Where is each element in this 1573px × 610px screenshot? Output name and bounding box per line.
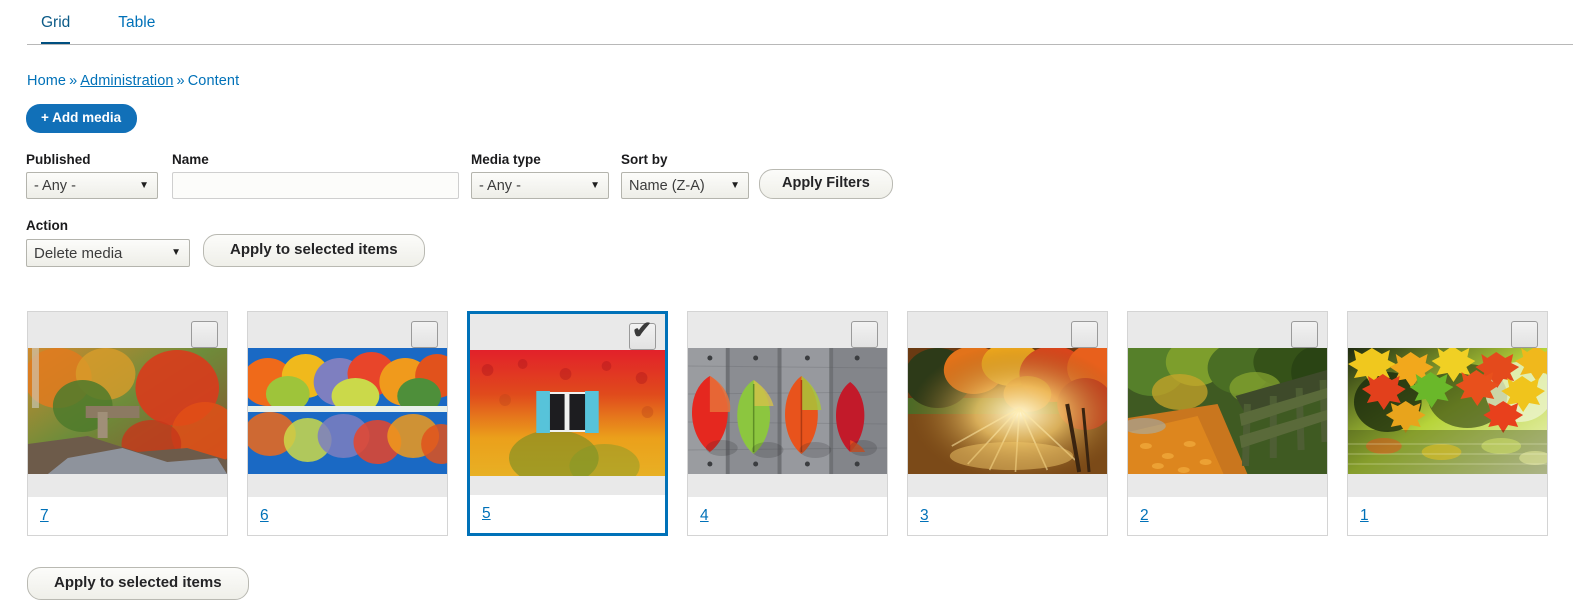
media-card-label: 3 [908, 497, 1107, 535]
media-card-link[interactable]: 5 [482, 505, 491, 523]
tab-list: Grid Table [0, 0, 1573, 45]
filter-name: Name [172, 151, 459, 200]
action-select[interactable]: Delete media [26, 239, 190, 268]
add-media-button[interactable]: + Add media [26, 104, 138, 133]
media-card-checkbox[interactable] [1071, 321, 1098, 348]
action-select-group: Action Delete media ▼ [26, 218, 190, 268]
breadcrumb: Home» Administration» Content [27, 73, 1573, 89]
media-card-checkbox[interactable] [851, 321, 878, 348]
media-card-checkbox[interactable] [1291, 321, 1318, 348]
apply-to-selected-items-button-bottom[interactable]: Apply to selected items [27, 567, 249, 600]
media-card-label: 7 [28, 497, 227, 535]
media-card[interactable]: 3 [907, 311, 1108, 536]
media-image-2 [1128, 348, 1327, 474]
filter-sort-by-label: Sort by [621, 151, 668, 167]
filter-media-type-label: Media type [471, 151, 541, 167]
media-card[interactable]: 2 [1127, 311, 1328, 536]
media-image-7 [28, 348, 227, 474]
media-card-link[interactable]: 7 [40, 507, 49, 525]
action-bar: Action Delete media ▼ Apply to selected … [26, 218, 1573, 268]
media-thumbnail [1128, 348, 1327, 474]
media-card-selected[interactable]: ✔ 5 [467, 311, 668, 536]
media-card-link[interactable]: 4 [700, 507, 709, 525]
media-card[interactable]: 6 [247, 311, 448, 536]
media-card-thumbnail-area [248, 312, 447, 497]
action-select-wrap: Delete media ▼ [26, 239, 190, 268]
action-label: Action [26, 218, 68, 234]
media-card-checkbox[interactable] [191, 321, 218, 348]
filter-published-label: Published [26, 151, 91, 167]
media-image-3 [908, 348, 1107, 474]
media-card-link[interactable]: 3 [920, 507, 929, 525]
filter-media-type-select-wrap: - Any - ▼ [471, 172, 609, 200]
media-card[interactable]: 4 [687, 311, 888, 536]
media-card-label: 6 [248, 497, 447, 535]
media-thumbnail [470, 350, 665, 476]
check-icon: ✔ [632, 317, 653, 344]
media-card[interactable]: 1 [1347, 311, 1548, 536]
media-card-label: 4 [688, 497, 887, 535]
media-thumbnail [28, 348, 227, 474]
media-card-label: 2 [1128, 497, 1327, 535]
tab-grid[interactable]: Grid [41, 14, 71, 45]
apply-filters-button[interactable]: Apply Filters [759, 168, 893, 200]
tab-bar: Grid Table [0, 0, 1573, 46]
filter-bar: Published - Any - ▼ Name Media type - An… [26, 151, 1573, 200]
media-grid: 7 6 ✔ 5 4 3 2 1 [27, 311, 1573, 536]
media-card-thumbnail-area [1128, 312, 1327, 497]
tab-table[interactable]: Table [118, 14, 155, 46]
filter-sort-by-select[interactable]: Name (Z-A) [621, 172, 749, 200]
media-image-4 [688, 348, 887, 474]
media-card-thumbnail-area [908, 312, 1107, 497]
tab-divider [27, 44, 1573, 45]
media-card-label: 5 [470, 495, 665, 533]
media-card-thumbnail-area [28, 312, 227, 497]
media-thumbnail [1348, 348, 1547, 474]
apply-to-selected-items-button-top[interactable]: Apply to selected items [203, 234, 425, 268]
media-image-1 [1348, 348, 1547, 474]
filter-published: Published - Any - ▼ [26, 151, 158, 200]
media-thumbnail [248, 348, 447, 474]
breadcrumb-item-content[interactable]: Content [188, 73, 240, 89]
media-card-checkbox-checked[interactable]: ✔ [629, 319, 656, 350]
media-card-checkbox[interactable] [411, 321, 438, 348]
filter-published-select-wrap: - Any - ▼ [26, 172, 158, 200]
filter-sort-by: Sort by Name (Z-A) ▼ [621, 151, 749, 200]
media-card-label: 1 [1348, 497, 1547, 535]
filter-name-label: Name [172, 151, 209, 167]
breadcrumb-separator: » [69, 73, 78, 89]
media-thumbnail [908, 348, 1107, 474]
breadcrumb-separator: » [176, 73, 185, 89]
media-card-thumbnail-area: ✔ [470, 314, 665, 495]
media-thumbnail [688, 348, 887, 474]
filter-published-select[interactable]: - Any - [26, 172, 158, 200]
filter-sort-by-select-wrap: Name (Z-A) ▼ [621, 172, 749, 200]
filter-media-type-select[interactable]: - Any - [471, 172, 609, 200]
media-card[interactable]: 7 [27, 311, 228, 536]
media-card-thumbnail-area [688, 312, 887, 497]
media-card-thumbnail-area [1348, 312, 1547, 497]
breadcrumb-item-home[interactable]: Home [27, 73, 66, 89]
breadcrumb-item-administration[interactable]: Administration [80, 73, 173, 89]
media-card-checkbox[interactable] [1511, 321, 1538, 348]
media-image-5 [470, 350, 665, 476]
media-card-link[interactable]: 1 [1360, 507, 1369, 525]
media-card-link[interactable]: 6 [260, 507, 269, 525]
media-card-link[interactable]: 2 [1140, 507, 1149, 525]
filter-name-input[interactable] [172, 172, 459, 200]
filter-media-type: Media type - Any - ▼ [471, 151, 609, 200]
media-image-6 [248, 348, 447, 474]
